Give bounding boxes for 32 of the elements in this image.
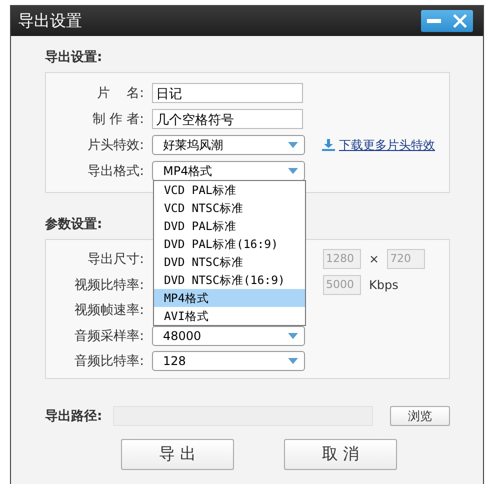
text-field[interactable]: 几个空格符号 xyxy=(152,109,303,129)
field-label: 音频采样率: xyxy=(74,328,144,344)
dropdown-option[interactable]: MP4格式 xyxy=(154,289,305,307)
text-field[interactable]: 日记 xyxy=(152,83,303,103)
window-controls[interactable] xyxy=(421,10,473,32)
dropdown[interactable]: 好莱坞风潮 xyxy=(152,135,305,155)
caret-icon xyxy=(288,358,298,364)
close-icon[interactable] xyxy=(453,14,467,28)
dropdown[interactable]: 48000 xyxy=(152,326,305,346)
dialog-button[interactable]: 取 消 xyxy=(284,439,397,470)
field-label: 片 名: xyxy=(96,85,144,102)
download-link[interactable]: 下载更多片头特效 xyxy=(339,136,435,154)
unit-label: Kbps xyxy=(369,278,398,292)
dialog-button[interactable]: 导 出 xyxy=(121,439,234,470)
caret-icon xyxy=(288,142,298,148)
download-icon xyxy=(322,139,335,151)
window-title: 导出设置 xyxy=(18,10,82,32)
field-label: 制 作 者: xyxy=(91,111,144,128)
section-title: 参数设置: xyxy=(45,216,102,233)
caret-icon xyxy=(288,332,298,338)
field-label: 音频比特率: xyxy=(74,353,144,370)
dropdown[interactable]: 128 xyxy=(152,351,305,371)
path-label: 导出路径: xyxy=(45,408,104,425)
field-label: 片头特效: xyxy=(86,137,144,154)
field-label: 视频帧速率: xyxy=(74,302,144,319)
caret-icon xyxy=(288,168,298,174)
field-label: 导出尺寸: xyxy=(86,251,144,268)
section-title: 导出设置: xyxy=(45,49,102,66)
field-label: 视频比特率: xyxy=(74,276,144,294)
field-label: 导出格式: xyxy=(86,163,144,180)
times-sign: × xyxy=(369,252,380,266)
browse-button[interactable]: 浏览 xyxy=(390,406,450,426)
